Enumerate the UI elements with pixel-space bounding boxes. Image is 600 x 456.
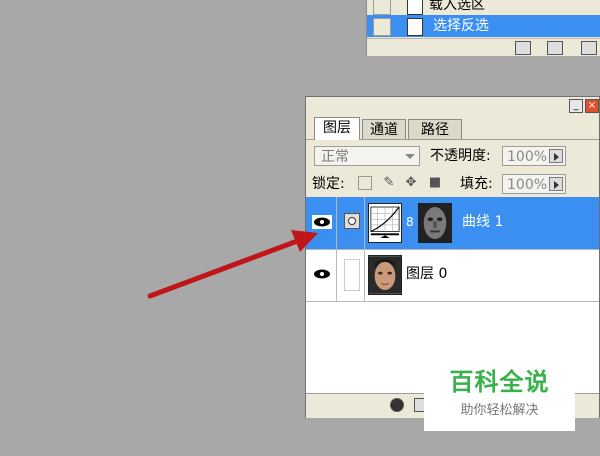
watermark: 百科全说 助你轻松解决 bbox=[424, 359, 575, 431]
watermark-title: 百科全说 bbox=[449, 368, 550, 396]
watermark-subtitle: 助你轻松解决 bbox=[460, 403, 539, 418]
